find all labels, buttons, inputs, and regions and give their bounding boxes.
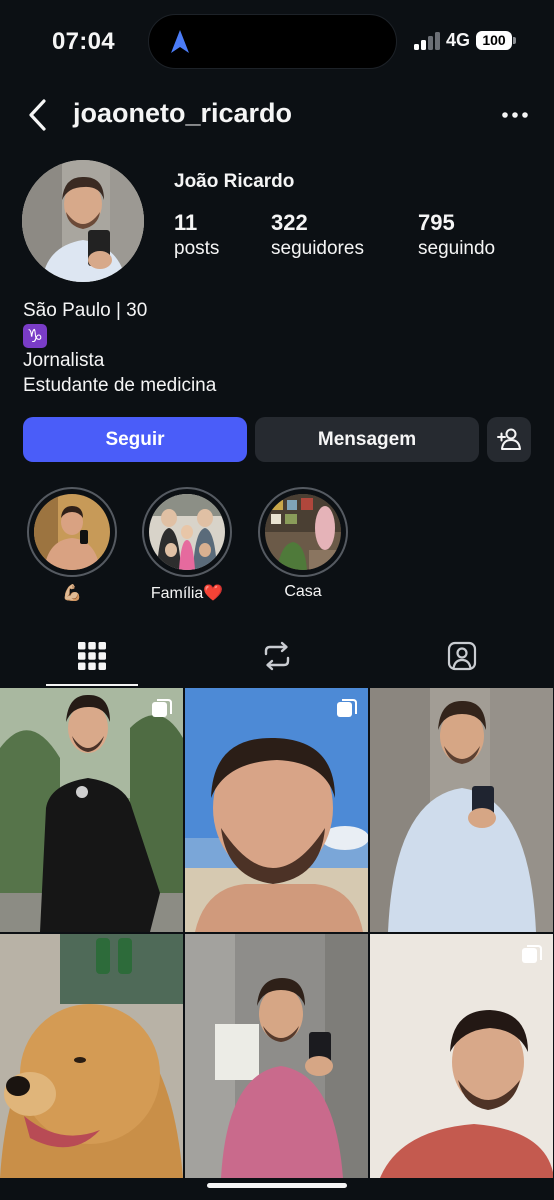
bio-study: Estudante de medicina bbox=[23, 375, 217, 396]
following-count: 795 bbox=[418, 210, 455, 235]
more-options-icon[interactable] bbox=[498, 102, 532, 128]
story-highlight-2[interactable]: Família❤️ bbox=[141, 487, 233, 603]
posts-stat[interactable]: 11 posts bbox=[174, 210, 219, 262]
tab-posts-grid[interactable] bbox=[0, 630, 184, 688]
highlight-cover-image bbox=[149, 494, 225, 570]
carousel-multiple-icon bbox=[337, 699, 357, 717]
highlight-ring bbox=[258, 487, 348, 577]
highlight-label: Família❤️ bbox=[150, 585, 224, 602]
profile-avatar[interactable] bbox=[22, 160, 144, 282]
location-arrow-icon bbox=[171, 30, 189, 53]
carousel-multiple-icon bbox=[522, 945, 542, 963]
profile-username: joaoneto_ricardo bbox=[73, 98, 293, 128]
network-type: 4G bbox=[446, 30, 471, 50]
profile-bio: São Paulo | 30 ♑ Jornalista Estudante de… bbox=[23, 298, 216, 398]
posts-count: 11 bbox=[174, 210, 198, 235]
reels-repost-icon bbox=[264, 641, 290, 671]
profile-top-nav: joaoneto_ricardo bbox=[0, 88, 554, 142]
post-thumbnail[interactable] bbox=[0, 688, 183, 932]
tab-tagged[interactable] bbox=[370, 630, 554, 688]
follow-button[interactable]: Seguir bbox=[23, 417, 247, 462]
post-thumbnail[interactable] bbox=[185, 934, 368, 1178]
followers-stat[interactable]: 322 seguidores bbox=[271, 210, 364, 262]
posts-label: posts bbox=[174, 238, 220, 259]
story-highlight-1[interactable]: 💪🏼 bbox=[26, 487, 118, 603]
post-thumbnail[interactable] bbox=[370, 934, 553, 1178]
story-highlight-3[interactable]: Casa bbox=[257, 487, 349, 601]
followers-count: 322 bbox=[271, 210, 308, 235]
post-thumbnail[interactable] bbox=[370, 688, 553, 932]
grid-icon bbox=[78, 642, 106, 670]
highlight-cover-image bbox=[34, 494, 110, 570]
instagram-profile-screen: 07:04 4G 100 joaoneto_ricardo João Ricar… bbox=[0, 0, 554, 1200]
add-person-icon bbox=[497, 428, 521, 450]
highlight-label: Casa bbox=[284, 583, 322, 600]
following-label: seguindo bbox=[418, 238, 496, 259]
battery-icon: 100 bbox=[476, 31, 512, 50]
profile-content-tabs bbox=[0, 630, 554, 688]
carousel-multiple-icon bbox=[152, 699, 172, 717]
dynamic-island bbox=[148, 14, 397, 69]
status-bar: 07:04 4G 100 bbox=[0, 0, 554, 84]
home-indicator[interactable] bbox=[207, 1183, 347, 1188]
post-thumbnail[interactable] bbox=[0, 934, 183, 1178]
capricorn-emoji-icon: ♑ bbox=[23, 324, 47, 348]
cellular-signal-icon bbox=[414, 32, 440, 50]
followers-label: seguidores bbox=[271, 238, 364, 259]
tab-reposts[interactable] bbox=[185, 630, 369, 688]
profile-full-name: João Ricardo bbox=[174, 171, 295, 192]
post-thumbnail[interactable] bbox=[185, 688, 368, 932]
bio-zodiac-line: ♑ bbox=[23, 323, 216, 348]
active-tab-indicator bbox=[46, 684, 138, 686]
highlight-label: 💪🏼 bbox=[62, 585, 82, 602]
highlight-ring bbox=[142, 487, 232, 577]
posts-grid bbox=[0, 688, 554, 1200]
following-stat[interactable]: 795 seguindo bbox=[418, 210, 495, 262]
back-chevron-icon[interactable] bbox=[24, 98, 52, 132]
bio-occupation: Jornalista bbox=[23, 350, 105, 371]
message-button[interactable]: Mensagem bbox=[255, 417, 479, 462]
battery-tip bbox=[513, 37, 516, 44]
status-time: 07:04 bbox=[52, 28, 115, 55]
suggest-people-button[interactable] bbox=[487, 417, 531, 462]
highlight-ring bbox=[27, 487, 117, 577]
highlight-cover-image bbox=[265, 494, 341, 570]
tagged-person-icon bbox=[447, 641, 477, 671]
bio-location-age: São Paulo | 30 bbox=[23, 300, 148, 321]
